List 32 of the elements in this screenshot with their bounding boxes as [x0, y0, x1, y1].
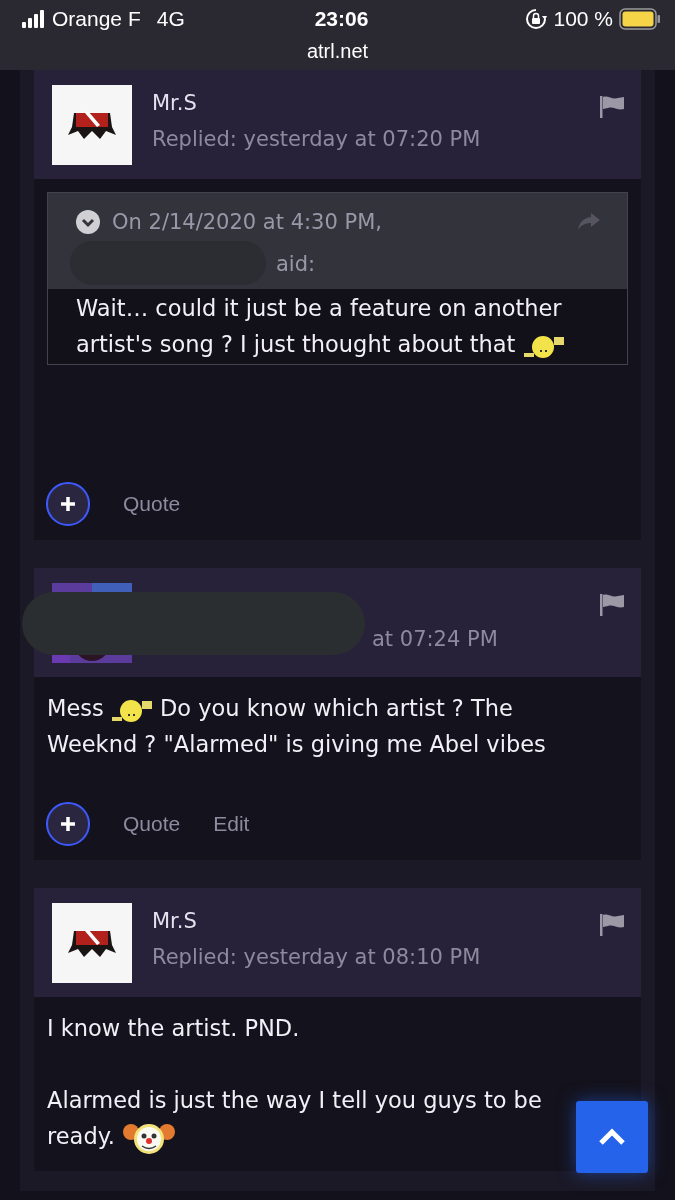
flag-icon[interactable] [599, 593, 625, 617]
clock: 23:06 [314, 7, 369, 31]
post-text: I know the artist. PND. [47, 1014, 301, 1043]
action-link[interactable]: Quote [123, 812, 181, 836]
site-address: atrl.net [306, 40, 369, 62]
plus-button[interactable] [46, 802, 90, 846]
battery-icon [619, 8, 661, 30]
post-text: Alarmed is just the way I tell you guys to be ready. [47, 1082, 572, 1157]
scroll-top-button[interactable] [576, 1101, 648, 1173]
action-link[interactable]: Quote [123, 492, 181, 516]
plus-icon [59, 495, 77, 513]
action-link[interactable]: Edit [213, 812, 250, 836]
post-text: Mess Do you know which artist ? The Weeknd ? "Alarmed" is giving me Abel vibes [47, 693, 547, 759]
carrier-name: Orange F [52, 7, 141, 31]
post-time: at 07:24 PM [372, 627, 499, 651]
plus-button[interactable] [46, 482, 90, 526]
plus-icon [59, 815, 77, 833]
flag-icon[interactable] [599, 913, 625, 937]
post-time: Replied: yesterday at 07:20 PM [152, 127, 482, 151]
flag-icon[interactable] [599, 95, 625, 119]
author-name[interactable]: Mr.S [152, 91, 579, 115]
quote-attribution: On 2/14/2020 at 4:30 PM, [112, 210, 382, 234]
battery-percent: 100 % [553, 7, 613, 31]
post-text: Wait… could it just be a feature on another artist's song ? I just thought about that [76, 290, 599, 362]
chevron-down-icon[interactable] [76, 210, 100, 234]
post-time: Replied: yesterday at 08:10 PM [152, 945, 482, 969]
chevron-up-icon [597, 1127, 627, 1147]
quote-attribution: aid: [276, 252, 316, 276]
author-name[interactable]: Mr.S [152, 909, 579, 933]
rotation-lock-icon [525, 8, 548, 30]
network-type: 4G [156, 7, 185, 31]
signal-icon [22, 10, 44, 28]
